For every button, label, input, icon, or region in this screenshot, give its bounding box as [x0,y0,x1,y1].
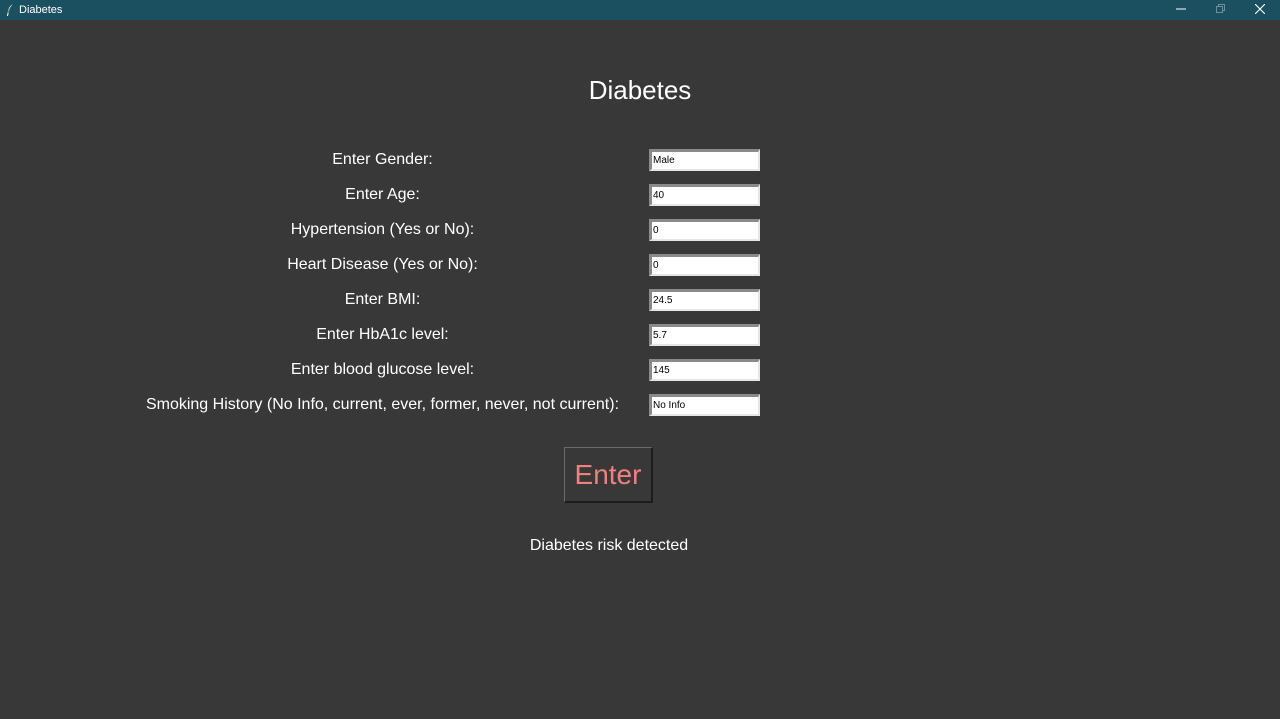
form-row-smoking-history: Smoking History (No Info, current, ever,… [0,393,1280,417]
form-row-hba1c: Enter HbA1c level: [0,323,1280,347]
form-row-gender: Enter Gender: [0,148,1280,172]
smoking-history-input[interactable] [649,394,760,416]
restore-icon [1215,3,1225,17]
minimize-icon [1176,4,1186,17]
close-icon [1254,3,1266,17]
bmi-input[interactable] [649,289,760,311]
gender-input[interactable] [649,149,760,171]
minimize-button[interactable] [1161,0,1201,20]
title-bar: Diabetes [0,0,1280,20]
hba1c-input[interactable] [649,324,760,346]
hypertension-label: Hypertension (Yes or No): [290,221,475,238]
blood-glucose-label: Enter blood glucose level: [290,361,475,378]
heart-disease-input[interactable] [649,254,760,276]
smoking-history-label: Smoking History (No Info, current, ever,… [145,396,620,413]
hypertension-input[interactable] [649,219,760,241]
bmi-label: Enter BMI: [344,291,421,308]
window-title: Diabetes [19,4,63,16]
form-row-bmi: Enter BMI: [0,288,1280,312]
gender-label: Enter Gender: [332,151,433,168]
close-button[interactable] [1240,0,1280,20]
form-row-hypertension: Hypertension (Yes or No): [0,218,1280,242]
form-row-blood-glucose: Enter blood glucose level: [0,358,1280,382]
age-input[interactable] [649,184,760,206]
main-window: Diabetes Enter Gender: Enter Age: Hypert… [0,20,1280,719]
heart-disease-label: Heart Disease (Yes or No): [287,256,478,273]
hba1c-label: Enter HbA1c level: [316,326,449,343]
page-title: Diabetes [588,75,692,105]
restore-button[interactable] [1200,0,1240,20]
age-label: Enter Age: [345,186,420,203]
feather-icon [5,3,15,17]
form-row-age: Enter Age: [0,183,1280,207]
enter-button[interactable]: Enter [564,447,653,503]
form-row-heart-disease: Heart Disease (Yes or No): [0,253,1280,277]
result-message: Diabetes risk detected [529,537,689,554]
blood-glucose-input[interactable] [649,359,760,381]
